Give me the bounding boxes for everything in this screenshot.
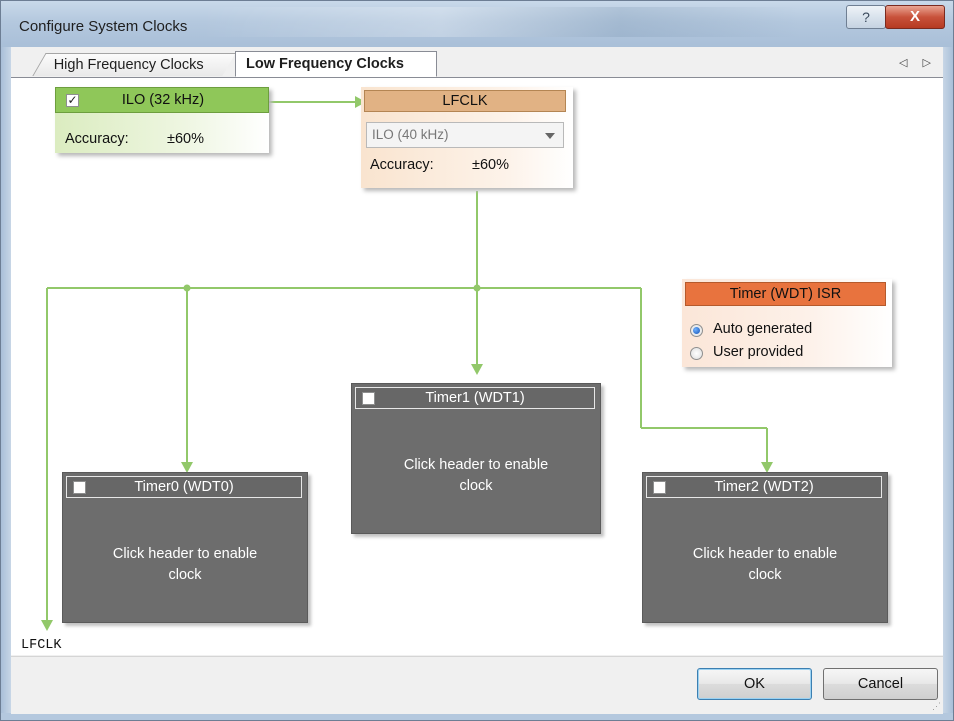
tab-scroll-arrows-icon[interactable]: ◁ ▷: [899, 56, 937, 69]
timer1-message-line2: clock: [459, 478, 493, 494]
timer-isr-header: Timer (WDT) ISR: [685, 282, 886, 306]
chevron-down-icon: [545, 133, 555, 139]
auto-generated-radio[interactable]: [690, 324, 703, 337]
cancel-button[interactable]: Cancel: [823, 668, 938, 700]
timer0-title: Timer0 (WDT0): [134, 479, 234, 495]
ok-button[interactable]: OK: [697, 668, 812, 700]
close-button[interactable]: X: [885, 5, 945, 29]
timer2-title: Timer2 (WDT2): [714, 479, 814, 495]
window-title: Configure System Clocks: [19, 18, 188, 35]
help-button[interactable]: ?: [846, 5, 886, 29]
configure-system-clocks-dialog: Configure System Clocks ? X High Frequen…: [0, 0, 954, 721]
auto-generated-label[interactable]: Auto generated: [713, 321, 812, 337]
timer0-block: Timer0 (WDT0) Click header to enable clo…: [62, 472, 308, 623]
user-provided-label[interactable]: User provided: [713, 344, 803, 360]
lfclk-header: LFCLK: [364, 90, 566, 112]
resize-grip-icon[interactable]: ⋰: [932, 701, 941, 712]
timer1-block: Timer1 (WDT1) Click header to enable clo…: [351, 383, 601, 534]
ilo-header[interactable]: ✓ ILO (32 kHz): [55, 87, 269, 113]
window-frame-bottom: [1, 713, 953, 720]
lfclk-source-value: ILO (40 kHz): [372, 127, 449, 142]
window-frame-right: [943, 47, 953, 720]
ilo-accuracy-value: ±60%: [167, 131, 204, 147]
lfclk-block: LFCLK ILO (40 kHz) Accuracy: ±60%: [361, 87, 573, 188]
dialog-button-bar: OK Cancel ⋰: [11, 656, 943, 714]
clock-diagram-canvas: ✓ ILO (32 kHz) Accuracy: ±60% LFCLK ILO …: [11, 78, 943, 655]
arrowhead-lfclk-output: [41, 620, 53, 631]
title-bar[interactable]: Configure System Clocks ? X: [1, 1, 953, 47]
timer2-block: Timer2 (WDT2) Click header to enable clo…: [642, 472, 888, 623]
arrowhead-timer1: [471, 364, 483, 375]
junction-left: [183, 284, 191, 292]
timer-isr-block: Timer (WDT) ISR Auto generated User prov…: [682, 279, 892, 367]
junction-center: [473, 284, 481, 292]
lfclk-accuracy-label: Accuracy:: [370, 157, 434, 173]
timer2-message-line1: Click header to enable: [692, 546, 838, 562]
ilo-clock-block: ✓ ILO (32 kHz) Accuracy: ±60%: [55, 87, 269, 153]
timer0-message-line2: clock: [168, 567, 202, 583]
lfclk-source-select[interactable]: ILO (40 kHz): [366, 122, 564, 148]
timer2-message-line2: clock: [748, 567, 782, 583]
lfclk-output-label: LFCLK: [21, 638, 62, 653]
timer1-title: Timer1 (WDT1): [425, 390, 525, 406]
ilo-accuracy-label: Accuracy:: [65, 131, 129, 147]
ilo-title: ILO (32 kHz): [121, 92, 205, 108]
timer0-header[interactable]: Timer0 (WDT0): [66, 476, 302, 498]
timer1-message-line1: Click header to enable: [403, 457, 549, 473]
timer2-header[interactable]: Timer2 (WDT2): [646, 476, 882, 498]
tab-high-frequency-clocks[interactable]: High Frequency Clocks: [32, 53, 236, 76]
user-provided-radio[interactable]: [690, 347, 703, 360]
timer0-message-line1: Click header to enable: [112, 546, 258, 562]
lfclk-accuracy-value: ±60%: [472, 157, 509, 173]
timer1-header[interactable]: Timer1 (WDT1): [355, 387, 595, 409]
tab-high-frequency-clocks-label: High Frequency Clocks: [53, 57, 204, 73]
tab-strip: High Frequency Clocks Low Frequency Cloc…: [11, 47, 943, 78]
title-bar-glass: [201, 7, 801, 37]
tab-low-frequency-clocks[interactable]: Low Frequency Clocks: [235, 51, 437, 77]
window-frame-left: [1, 47, 11, 720]
